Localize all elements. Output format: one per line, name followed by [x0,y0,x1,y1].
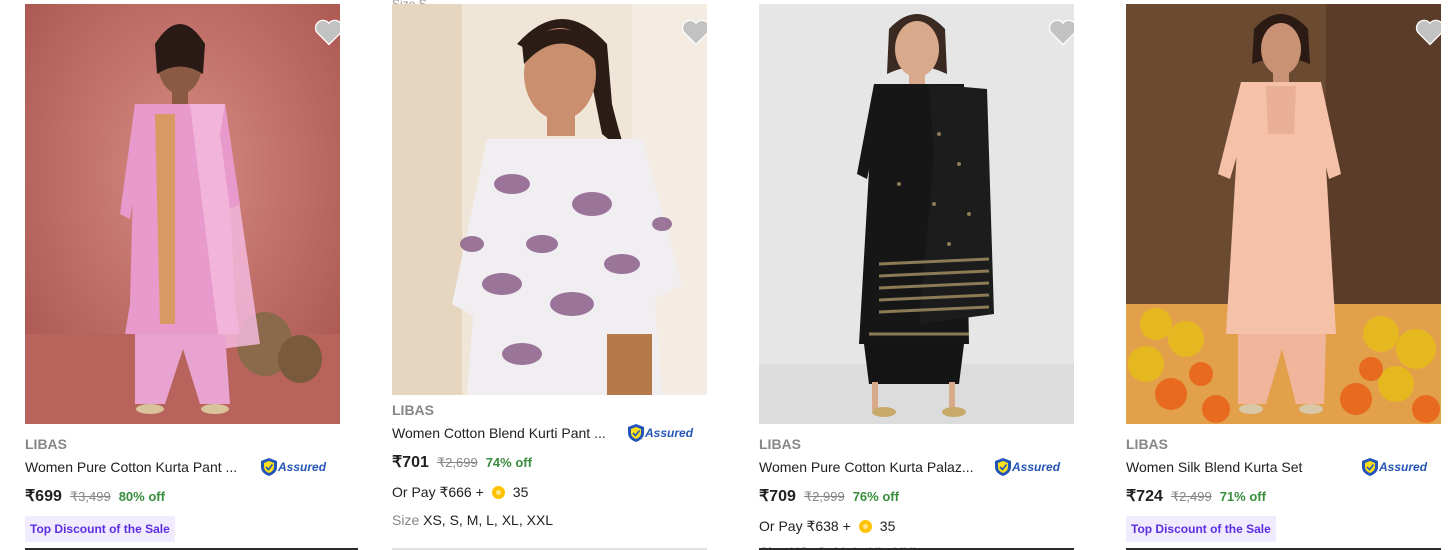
assured-badge: Assured [1362,458,1427,476]
product-card[interactable]: LIBAS Women Silk Blend Kurta Set Assured… [1126,0,1452,550]
coin-count: 35 [512,484,529,500]
brand-name: LIBAS [25,436,67,452]
brand-name: LIBAS [759,436,801,452]
selling-price: ₹701 [392,454,429,471]
brand-name: LIBAS [392,402,434,418]
assured-shield-icon [261,458,277,476]
discount-percent: 76% off [852,489,899,504]
supercoin-offer: Or Pay ₹666 + 35 [392,482,732,502]
selling-price: ₹699 [25,488,62,505]
heart-icon[interactable] [314,18,340,46]
size-label: Size [392,512,420,528]
heart-icon[interactable] [1048,18,1074,46]
product-card[interactable]: Size S [392,0,732,550]
product-image[interactable] [392,4,707,395]
product-image[interactable] [759,4,1074,424]
product-card[interactable]: LIBAS Women Pure Cotton Kurta Palaz... A… [759,0,1099,550]
supercoin-icon [858,519,872,533]
assured-badge: Assured [261,458,326,476]
assured-badge: Assured [628,424,693,442]
product-title[interactable]: Women Silk Blend Kurta Set [1126,457,1354,477]
selling-price: ₹709 [759,488,796,505]
product-info: LIBAS Women Pure Cotton Kurta Pant ... A… [25,436,365,542]
product-info: LIBAS Women Pure Cotton Kurta Palaz... A… [759,436,1099,550]
assured-badge: Assured [995,458,1060,476]
product-title[interactable]: Women Pure Cotton Kurta Palaz... [759,457,987,477]
selling-price: ₹724 [1126,488,1163,505]
supercoin-icon [491,485,505,499]
assured-label: Assured [1012,460,1061,474]
original-price: ₹3,499 [69,489,111,504]
assured-shield-icon [995,458,1011,476]
original-price: ₹2,999 [803,489,845,504]
product-title[interactable]: Women Pure Cotton Kurta Pant ... [25,457,253,477]
product-card[interactable]: LIBAS Women Pure Cotton Kurta Pant ... A… [25,0,365,550]
size-list: Size XS, S, M, L, XL, XXL [392,512,732,532]
brand-name: LIBAS [1126,436,1168,452]
assured-label: Assured [1379,460,1428,474]
product-title[interactable]: Women Cotton Blend Kurti Pant ... [392,423,620,443]
sale-badge: Top Discount of the Sale [25,516,175,542]
product-info: LIBAS Women Cotton Blend Kurti Pant ... … [392,402,732,532]
discount-percent: 71% off [1219,489,1266,504]
discount-percent: 74% off [485,455,532,470]
sale-badge: Top Discount of the Sale [1126,516,1276,542]
size-values: XS, S, M, L, XL, XXL [423,512,554,528]
assured-label: Assured [645,426,694,440]
assured-shield-icon [628,424,644,442]
assured-label: Assured [278,460,327,474]
heart-icon[interactable] [681,18,707,46]
or-pay-text: Or Pay ₹666 + [392,483,484,500]
heart-icon[interactable] [1415,18,1441,46]
product-image[interactable] [1126,4,1441,424]
or-pay-text: Or Pay ₹638 + [759,517,851,534]
product-info: LIBAS Women Silk Blend Kurta Set Assured… [1126,436,1452,542]
original-price: ₹2,499 [1170,489,1212,504]
coin-count: 35 [879,518,896,534]
product-image[interactable] [25,4,340,424]
discount-percent: 80% off [118,489,165,504]
original-price: ₹2,699 [436,455,478,470]
assured-shield-icon [1362,458,1378,476]
supercoin-offer: Or Pay ₹638 + 35 [759,516,1099,536]
